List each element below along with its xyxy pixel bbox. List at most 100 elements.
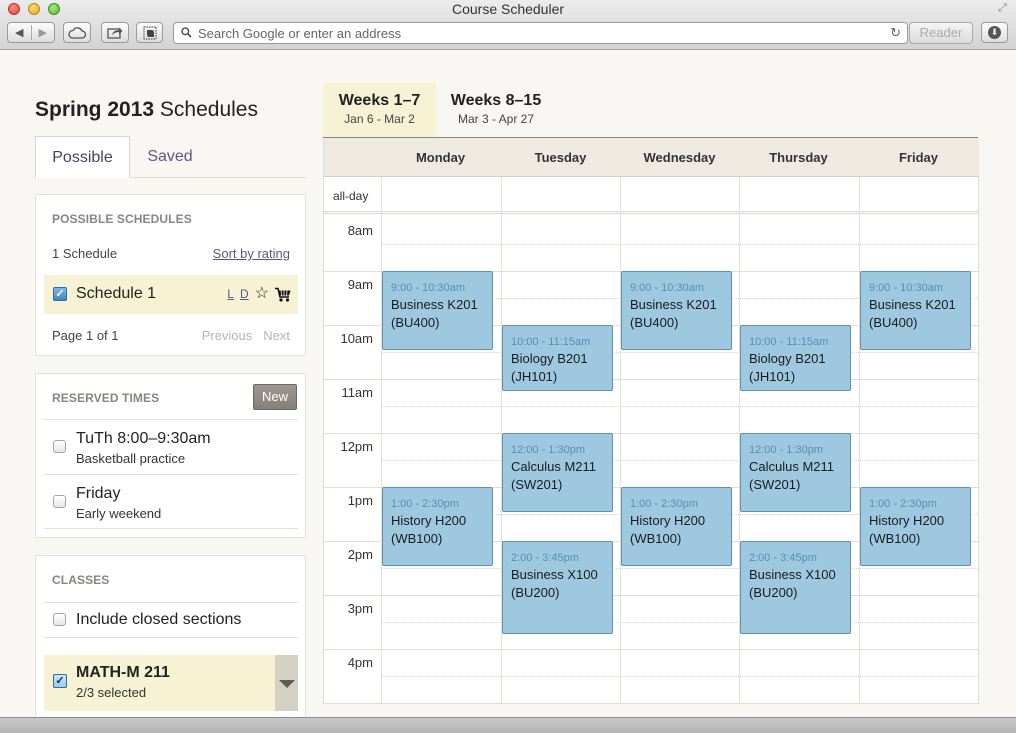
include-closed-sections-row[interactable]: Include closed sections [44, 602, 298, 638]
address-bar: ↻ [173, 22, 908, 44]
classes-panel: CLASSES Include closed sections ✓ MATH-M… [35, 555, 306, 720]
hour-label: 9am [347, 277, 373, 292]
downloads-button[interactable]: ⬇ [981, 22, 1008, 43]
event-time: 9:00 - 10:30am [630, 282, 704, 294]
reserved-time-subtitle: Basketball practice [76, 451, 186, 466]
calendar-event[interactable]: 9:00 - 10:30am Business K201 (BU400) [621, 271, 732, 350]
tab-weeks-1-7[interactable]: Weeks 1–7 Jan 6 - Mar 2 [323, 83, 436, 137]
event-course: Biology B201 [511, 351, 588, 366]
pagination: Previous Next [202, 328, 290, 343]
event-room: (SW201) [749, 477, 801, 492]
schedule-checkbox[interactable]: ✓ [53, 287, 67, 301]
share-button[interactable] [101, 22, 129, 43]
section-heading: CLASSES [52, 573, 110, 587]
calendar-event[interactable]: 1:00 - 2:30pm History H200 (WB100) [621, 487, 732, 566]
reserved-time-item[interactable]: TuTh 8:00–9:30am Basketball practice [44, 419, 298, 474]
reserved-time-checkbox[interactable] [53, 495, 66, 508]
icloud-tabs-button[interactable] [63, 22, 91, 43]
back-button[interactable]: ◀ [8, 26, 31, 39]
half-hour-gridline [381, 244, 979, 245]
day-header-wednesday: Wednesday [643, 150, 716, 165]
reserved-time-checkbox[interactable] [53, 440, 66, 453]
cart-icon[interactable] [275, 287, 291, 302]
event-time: 1:00 - 2:30pm [391, 498, 459, 510]
calendar-event[interactable]: 2:00 - 3:45pm Business X100 (BU200) [502, 541, 613, 634]
class-item[interactable]: ✓ MATH-M 211 2/3 selected [44, 655, 298, 711]
cloud-icon [68, 26, 86, 39]
class-selection-count: 2/3 selected [76, 685, 147, 700]
section-heading: POSSIBLE SCHEDULES [52, 212, 192, 226]
search-icon [181, 27, 192, 38]
event-course: Biology B201 [749, 351, 826, 366]
chevron-down-icon [279, 680, 295, 688]
reserved-time-item[interactable]: Friday Early weekend [44, 474, 298, 529]
include-closed-checkbox[interactable] [53, 613, 66, 626]
evernote-extension-button[interactable] [136, 22, 163, 43]
calendar-event[interactable]: 12:00 - 1:30pm Calculus M211 (SW201) [740, 433, 851, 512]
star-icon[interactable]: ☆ [255, 286, 269, 302]
section-heading: RESERVED TIMES [52, 391, 160, 405]
half-hour-gridline [381, 622, 979, 623]
event-time: 9:00 - 10:30am [391, 282, 465, 294]
reserved-time-title: TuTh 8:00–9:30am [76, 430, 211, 447]
calendar-event[interactable]: 1:00 - 2:30pm History H200 (WB100) [382, 487, 493, 566]
reader-button[interactable]: Reader [909, 22, 973, 44]
calendar-event[interactable]: 10:00 - 11:15am Biology B201 (JH101) [502, 325, 613, 391]
address-input[interactable] [198, 25, 878, 41]
schedule-link-l[interactable]: L [227, 287, 234, 301]
calendar-event[interactable]: 2:00 - 3:45pm Business X100 (BU200) [740, 541, 851, 634]
class-expand-button[interactable] [275, 655, 298, 711]
reload-icon[interactable]: ↻ [890, 25, 901, 41]
browser-toolbar: Course Scheduler ⤢ ◀ ▶ ↻ Reader ⬇ [0, 0, 1016, 50]
event-course: Calculus M211 [749, 459, 835, 474]
schedule-item[interactable]: ✓ Schedule 1 L D ☆ [44, 275, 298, 314]
calendar-event[interactable]: 12:00 - 1:30pm Calculus M211 (SW201) [502, 433, 613, 512]
week-tab-title: Weeks 8–15 [450, 92, 542, 109]
forward-button[interactable]: ▶ [32, 26, 55, 39]
hour-label: 10am [340, 331, 373, 346]
calendar-event[interactable]: 9:00 - 10:30am Business K201 (BU400) [860, 271, 971, 350]
event-room: (JH101) [511, 369, 558, 384]
day-header-monday: Monday [415, 150, 466, 165]
page-title-rest: Schedules [154, 98, 258, 121]
previous-page-button[interactable]: Previous [202, 328, 253, 343]
half-hour-gridline [381, 568, 979, 569]
half-hour-gridline [381, 460, 979, 461]
event-time: 9:00 - 10:30am [869, 282, 943, 294]
week-tab-title: Weeks 1–7 [338, 92, 421, 109]
fullscreen-icon[interactable]: ⤢ [998, 2, 1010, 14]
tab-weeks-8-15[interactable]: Weeks 8–15 Mar 3 - Apr 27 [436, 83, 556, 137]
hour-label: 1pm [347, 493, 373, 508]
event-room: (BU400) [391, 315, 440, 330]
schedule-link-d[interactable]: D [240, 287, 249, 301]
event-course: Business K201 [630, 297, 717, 312]
half-hour-gridline [381, 406, 979, 407]
event-course: History H200 [869, 513, 945, 528]
week-tab-range: Mar 3 - Apr 27 [457, 112, 535, 126]
calendar-event[interactable]: 10:00 - 11:15am Biology B201 (JH101) [740, 325, 851, 391]
tab-possible[interactable]: Possible [35, 136, 130, 178]
sort-by-rating-link[interactable]: Sort by rating [213, 246, 290, 261]
event-room: (BU200) [511, 585, 560, 600]
half-hour-gridline [381, 352, 979, 353]
calendar-event[interactable]: 9:00 - 10:30am Business K201 (BU400) [382, 271, 493, 350]
window-bottom-bar [0, 717, 1016, 733]
event-course: Business X100 [749, 567, 836, 582]
calendar-event[interactable]: 1:00 - 2:30pm History H200 (WB100) [860, 487, 971, 566]
day-header-friday: Friday [898, 150, 938, 165]
event-room: (WB100) [630, 531, 682, 546]
back-forward-buttons: ◀ ▶ [7, 22, 55, 43]
event-time: 12:00 - 1:30pm [749, 444, 823, 456]
download-icon: ⬇ [988, 26, 1001, 39]
reserved-times-panel: RESERVED TIMES New TuTh 8:00–9:30am Bask… [35, 373, 306, 538]
class-name: MATH-M 211 [76, 664, 170, 681]
all-day-row[interactable]: all-day [324, 177, 979, 214]
event-time: 2:00 - 3:45pm [749, 552, 817, 564]
event-room: (BU200) [749, 585, 798, 600]
next-page-button[interactable]: Next [263, 328, 290, 343]
class-checkbox[interactable]: ✓ [53, 674, 67, 688]
new-reserved-time-button[interactable]: New [253, 384, 297, 410]
tab-saved[interactable]: Saved [132, 136, 208, 178]
column-divider [859, 177, 860, 704]
hour-gridline [324, 433, 979, 434]
